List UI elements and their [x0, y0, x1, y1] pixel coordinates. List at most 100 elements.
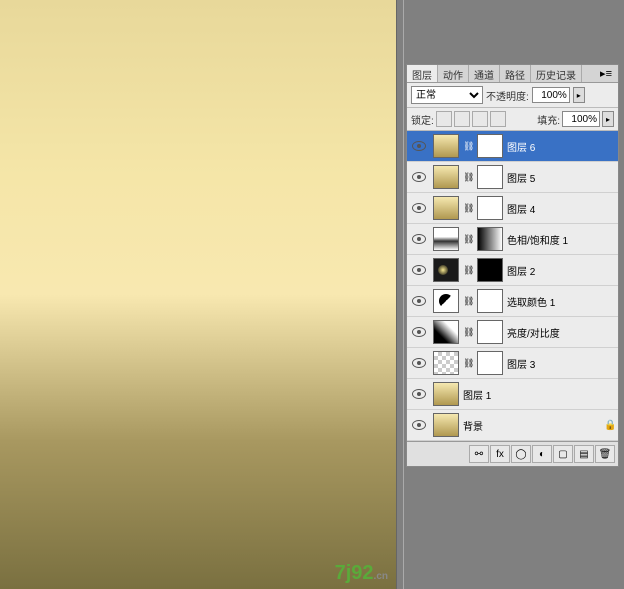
visibility-toggle[interactable] [409, 136, 429, 156]
visibility-toggle[interactable] [409, 167, 429, 187]
layer-thumbnail[interactable] [433, 258, 459, 282]
eye-icon [412, 265, 426, 275]
new-group-icon[interactable]: ▢ [553, 445, 573, 463]
add-mask-icon[interactable]: ◯ [511, 445, 531, 463]
layer-mask-thumbnail[interactable] [477, 165, 503, 189]
visibility-toggle[interactable] [409, 322, 429, 342]
visibility-toggle[interactable] [409, 415, 429, 435]
layer-row[interactable]: ⛓ 图层 3 [407, 348, 618, 379]
panels-area: 图层动作通道路径历史记录 ▸≡ 正常 不透明度: ▸ 锁定: 填充: ▸ ⛓ 图层 … [404, 0, 624, 589]
eye-icon [412, 358, 426, 368]
layer-name-label[interactable]: 亮度/对比度 [507, 325, 616, 340]
layer-name-label[interactable]: 图层 2 [507, 263, 616, 278]
eye-icon [412, 389, 426, 399]
eye-icon [412, 172, 426, 182]
layer-thumbnail[interactable] [433, 134, 459, 158]
fill-label: 填充: [537, 112, 560, 127]
link-layers-icon[interactable]: ⚯ [469, 445, 489, 463]
lock-pixels-icon[interactable] [454, 111, 470, 127]
adjustment-layer-icon[interactable]: ◐ [532, 445, 552, 463]
fill-dropdown-icon[interactable]: ▸ [602, 111, 614, 127]
panel-menu-icon[interactable]: ▸≡ [594, 65, 618, 82]
blend-mode-select[interactable]: 正常 [411, 86, 483, 104]
opacity-dropdown-icon[interactable]: ▸ [573, 87, 585, 103]
visibility-toggle[interactable] [409, 384, 429, 404]
eye-icon [412, 203, 426, 213]
layer-thumbnail[interactable] [433, 196, 459, 220]
layer-row[interactable]: 背景 🔒 [407, 410, 618, 441]
layer-name-label[interactable]: 图层 3 [507, 356, 616, 371]
visibility-toggle[interactable] [409, 291, 429, 311]
layer-row[interactable]: 图层 1 [407, 379, 618, 410]
layers-list: ⛓ 图层 6 ⛓ 图层 5 ⛓ 图层 4 ⛓ 色相/饱和度 1 ⛓ 图层 2 ⛓ 选取颜色 1 ⛓ 亮度/… [407, 131, 618, 441]
fill-input[interactable] [562, 111, 600, 127]
visibility-toggle[interactable] [409, 229, 429, 249]
layer-mask-thumbnail[interactable] [477, 227, 503, 251]
tab-2[interactable]: 通道 [469, 65, 500, 82]
layer-thumbnail[interactable] [433, 382, 459, 406]
layer-thumbnail[interactable] [433, 289, 459, 313]
tab-3[interactable]: 路径 [500, 65, 531, 82]
layers-bottom-toolbar: ⚯ fx ◯ ◐ ▢ ▤ 🗑 [407, 441, 618, 466]
layer-fx-icon[interactable]: fx [490, 445, 510, 463]
layer-name-label[interactable]: 图层 4 [507, 201, 616, 216]
layer-name-label[interactable]: 选取颜色 1 [507, 294, 616, 309]
delete-layer-icon[interactable]: 🗑 [595, 445, 615, 463]
blend-toolbar: 正常 不透明度: ▸ [407, 83, 618, 108]
layer-thumbnail[interactable] [433, 227, 459, 251]
tab-0[interactable]: 图层 [407, 65, 438, 82]
layer-mask-thumbnail[interactable] [477, 320, 503, 344]
layer-row[interactable]: ⛓ 图层 5 [407, 162, 618, 193]
layer-mask-thumbnail[interactable] [477, 258, 503, 282]
tab-4[interactable]: 历史记录 [531, 65, 582, 82]
lock-icon: 🔒 [604, 420, 616, 431]
layer-name-label[interactable]: 色相/饱和度 1 [507, 232, 616, 247]
mask-link-icon[interactable]: ⛓ [463, 296, 473, 307]
panel-divider[interactable] [396, 0, 404, 589]
panel-tabs: 图层动作通道路径历史记录 ▸≡ [407, 65, 618, 83]
layer-mask-thumbnail[interactable] [477, 351, 503, 375]
mask-link-icon[interactable]: ⛓ [463, 172, 473, 183]
layer-row[interactable]: ⛓ 图层 2 [407, 255, 618, 286]
visibility-toggle[interactable] [409, 198, 429, 218]
layer-thumbnail[interactable] [433, 320, 459, 344]
layer-name-label[interactable]: 图层 6 [507, 139, 616, 154]
mask-link-icon[interactable]: ⛓ [463, 265, 473, 276]
lock-transparency-icon[interactable] [436, 111, 452, 127]
lock-label: 锁定: [411, 112, 434, 127]
layer-name-label[interactable]: 图层 1 [463, 387, 616, 402]
visibility-toggle[interactable] [409, 260, 429, 280]
layer-name-label[interactable]: 背景 [463, 418, 600, 433]
layer-row[interactable]: ⛓ 色相/饱和度 1 [407, 224, 618, 255]
visibility-toggle[interactable] [409, 353, 429, 373]
opacity-label: 不透明度: [486, 88, 529, 103]
layer-name-label[interactable]: 图层 5 [507, 170, 616, 185]
mask-link-icon[interactable]: ⛓ [463, 234, 473, 245]
layer-thumbnail[interactable] [433, 351, 459, 375]
eye-icon [412, 420, 426, 430]
tab-1[interactable]: 动作 [438, 65, 469, 82]
layer-row[interactable]: ⛓ 图层 4 [407, 193, 618, 224]
layer-row[interactable]: ⛓ 亮度/对比度 [407, 317, 618, 348]
layer-row[interactable]: ⛓ 选取颜色 1 [407, 286, 618, 317]
new-layer-icon[interactable]: ▤ [574, 445, 594, 463]
lock-position-icon[interactable] [472, 111, 488, 127]
layer-row[interactable]: ⛓ 图层 6 [407, 131, 618, 162]
layer-mask-thumbnail[interactable] [477, 289, 503, 313]
eye-icon [412, 327, 426, 337]
eye-icon [412, 296, 426, 306]
watermark: 7j92.cn [335, 562, 388, 585]
eye-icon [412, 234, 426, 244]
mask-link-icon[interactable]: ⛓ [463, 327, 473, 338]
mask-link-icon[interactable]: ⛓ [463, 203, 473, 214]
canvas-viewport[interactable]: 7j92.cn [0, 0, 396, 589]
layer-mask-thumbnail[interactable] [477, 196, 503, 220]
layer-thumbnail[interactable] [433, 165, 459, 189]
eye-icon [412, 141, 426, 151]
layer-mask-thumbnail[interactable] [477, 134, 503, 158]
mask-link-icon[interactable]: ⛓ [463, 358, 473, 369]
layer-thumbnail[interactable] [433, 413, 459, 437]
opacity-input[interactable] [532, 87, 570, 103]
lock-all-icon[interactable] [490, 111, 506, 127]
mask-link-icon[interactable]: ⛓ [463, 141, 473, 152]
